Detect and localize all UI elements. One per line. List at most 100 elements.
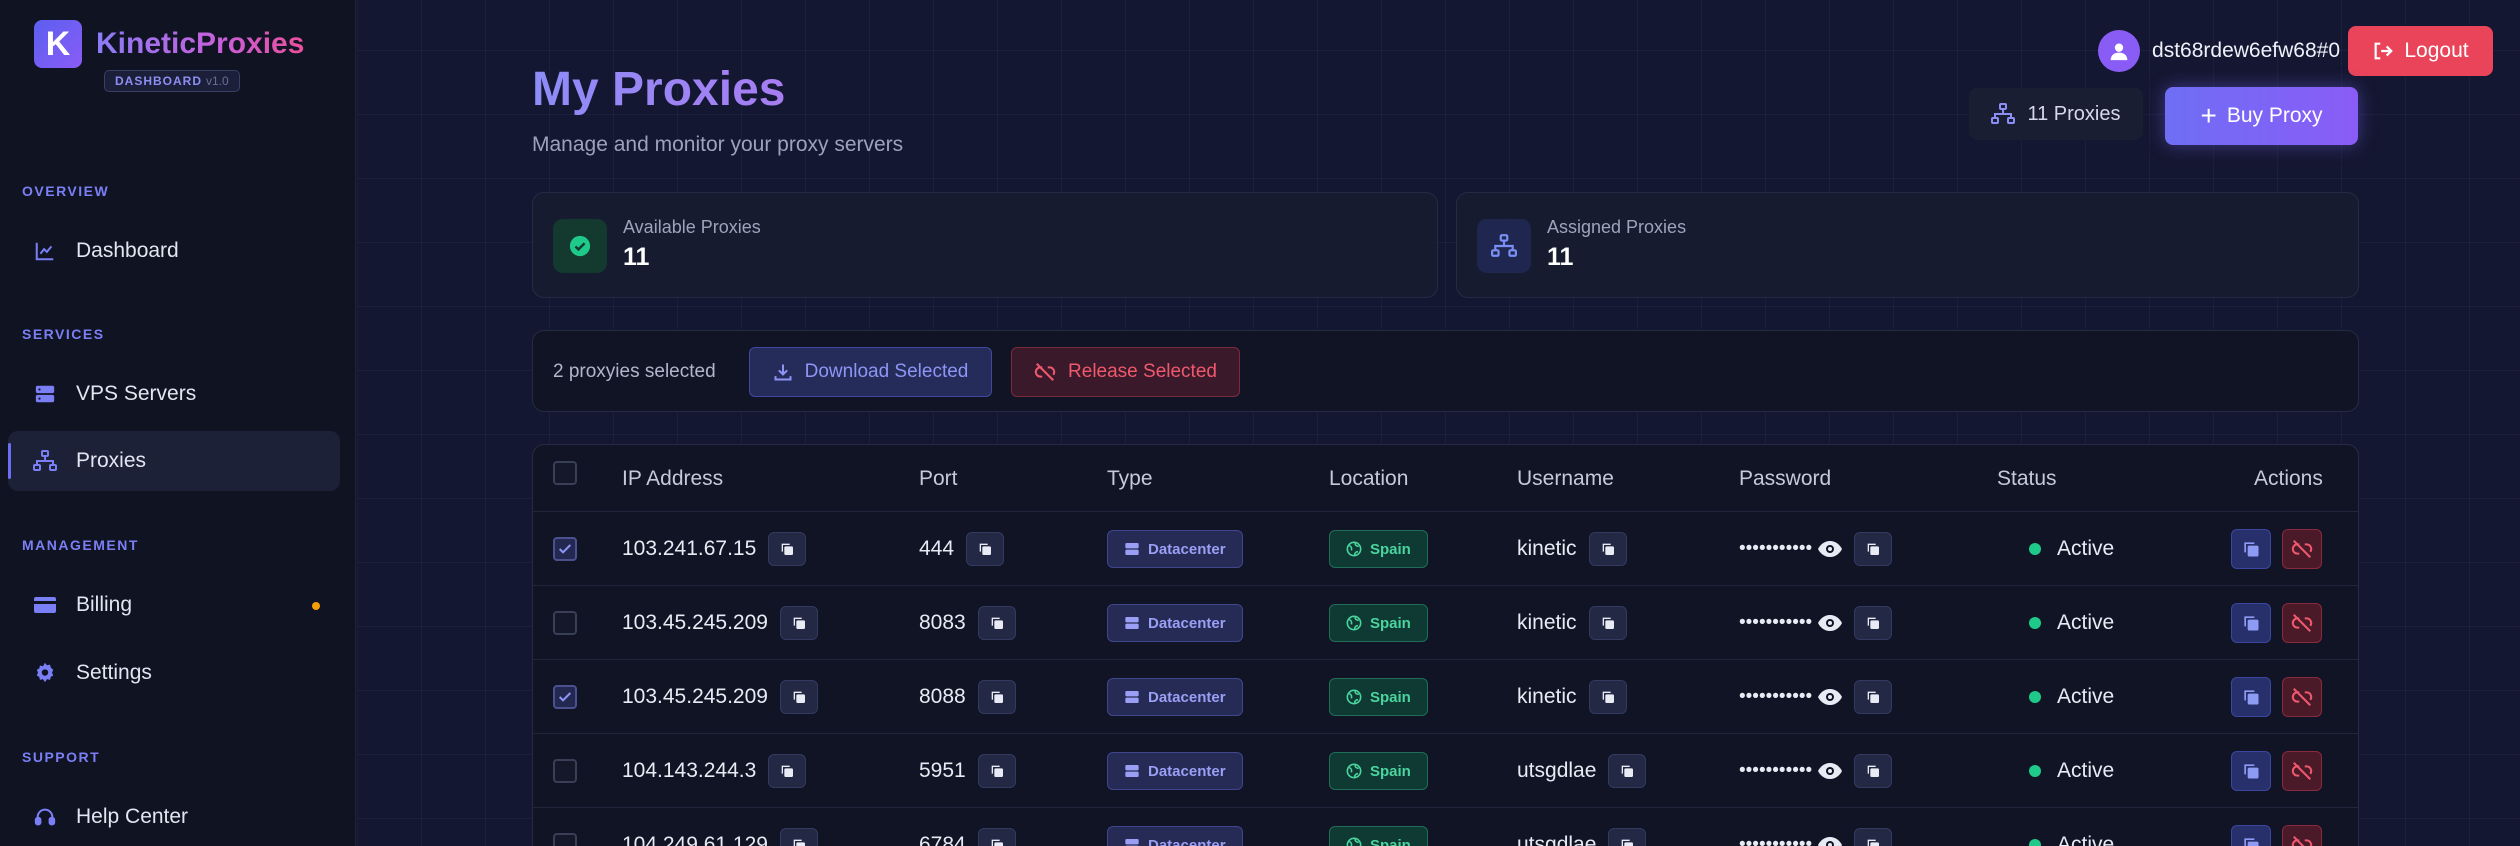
proxy-count-chip: 11 Proxies bbox=[1969, 88, 2143, 140]
release-proxy-button[interactable] bbox=[2282, 751, 2322, 791]
copy-icon bbox=[781, 765, 794, 777]
copy-proxy-button[interactable] bbox=[2231, 825, 2271, 846]
status-label: Active bbox=[2057, 833, 2115, 846]
username-value: kinetic bbox=[1517, 537, 1577, 560]
release-proxy-button[interactable] bbox=[2282, 677, 2322, 717]
show-password-button[interactable] bbox=[1818, 836, 1843, 846]
copy-port-button[interactable] bbox=[966, 532, 1005, 566]
type-cell: Datacenter bbox=[1107, 586, 1243, 660]
column-header-type[interactable]: Type bbox=[1107, 467, 1153, 491]
column-header-username[interactable]: Username bbox=[1517, 467, 1614, 491]
ip-address: 103.241.67.15 bbox=[622, 537, 757, 560]
copy-icon bbox=[991, 839, 1003, 846]
copy-password-button[interactable] bbox=[1854, 680, 1893, 714]
copy-proxy-button[interactable] bbox=[2231, 529, 2271, 569]
server-icon bbox=[1125, 839, 1139, 846]
status-label: Active bbox=[2057, 611, 2115, 634]
copy-ip-button[interactable] bbox=[779, 828, 818, 846]
selection-count: 2 proxyies selected bbox=[553, 361, 716, 382]
release-selected-button[interactable]: Release Selected bbox=[1011, 347, 1240, 397]
sidebar-item-vps-servers[interactable]: VPS Servers bbox=[8, 364, 340, 424]
username-value: utsgdlae bbox=[1517, 759, 1597, 782]
row-checkbox[interactable] bbox=[553, 660, 577, 734]
sidebar-item-help-center[interactable]: Help Center bbox=[8, 787, 340, 846]
sidebar-item-proxies[interactable]: Proxies bbox=[8, 431, 340, 491]
password-cell: ••••••••••• bbox=[1739, 808, 1893, 846]
copy-proxy-button[interactable] bbox=[2231, 677, 2271, 717]
copy-ip-button[interactable] bbox=[768, 754, 807, 788]
row-checkbox[interactable] bbox=[553, 512, 577, 586]
sidebar-item-dashboard[interactable]: Dashboard bbox=[8, 221, 340, 281]
row-checkbox[interactable] bbox=[553, 734, 577, 808]
username-cell: kinetic bbox=[1517, 512, 1627, 586]
row-checkbox[interactable] bbox=[553, 808, 577, 846]
type-cell: Datacenter bbox=[1107, 808, 1243, 846]
copy-username-button[interactable] bbox=[1588, 680, 1627, 714]
buy-proxy-button[interactable]: + Buy Proxy bbox=[2165, 87, 2358, 145]
chart-line-icon bbox=[32, 238, 58, 264]
stat-card-available: Available Proxies 11 bbox=[532, 192, 1438, 298]
copy-icon bbox=[1867, 617, 1880, 629]
copy-password-button[interactable] bbox=[1854, 754, 1893, 788]
column-header-password[interactable]: Password bbox=[1739, 467, 1831, 491]
proxy-count-label: 11 Proxies bbox=[2027, 102, 2121, 125]
location-badge: Spain bbox=[1329, 826, 1428, 846]
password-masked: ••••••••••• bbox=[1739, 612, 1813, 633]
type-cell: Datacenter bbox=[1107, 734, 1243, 808]
status-cell: Active bbox=[2029, 660, 2114, 734]
user-menu[interactable]: dst68rdew6efw68#0 bbox=[2098, 30, 2340, 72]
download-selected-button[interactable]: Download Selected bbox=[749, 347, 992, 397]
status-cell: Active bbox=[2029, 512, 2114, 586]
port-cell: 6784 bbox=[919, 808, 1016, 846]
release-proxy-button[interactable] bbox=[2282, 603, 2322, 643]
show-password-button[interactable] bbox=[1818, 762, 1843, 780]
sidebar-item-billing[interactable]: Billing bbox=[8, 575, 340, 635]
actions-cell bbox=[2231, 586, 2322, 660]
location-label: Spain bbox=[1370, 762, 1411, 780]
copy-icon bbox=[991, 765, 1003, 777]
brand-name: KineticProxies bbox=[96, 27, 305, 60]
select-all-checkbox[interactable] bbox=[553, 461, 577, 485]
copy-proxy-button[interactable] bbox=[2231, 751, 2271, 791]
sidebar-item-settings[interactable]: Settings bbox=[8, 643, 340, 703]
copy-ip-button[interactable] bbox=[779, 680, 818, 714]
row-checkbox[interactable] bbox=[553, 586, 577, 660]
column-header-port[interactable]: Port bbox=[919, 467, 958, 491]
port-cell: 5951 bbox=[919, 734, 1016, 808]
logout-button[interactable]: Logout bbox=[2348, 26, 2493, 76]
copy-proxy-button[interactable] bbox=[2231, 603, 2271, 643]
copy-ip-button[interactable] bbox=[779, 606, 818, 640]
copy-username-button[interactable] bbox=[1608, 828, 1647, 846]
username-cell: utsgdlae bbox=[1517, 808, 1647, 846]
column-header-location[interactable]: Location bbox=[1329, 467, 1408, 491]
eye-icon bbox=[1818, 837, 1843, 846]
copy-icon bbox=[979, 543, 992, 555]
copy-password-button[interactable] bbox=[1854, 532, 1893, 566]
unlink-icon bbox=[2291, 614, 2313, 632]
copy-username-button[interactable] bbox=[1588, 532, 1627, 566]
copy-password-button[interactable] bbox=[1854, 606, 1893, 640]
table-row: 103.45.245.209 8083 Datacenter Spain kin bbox=[533, 585, 2358, 659]
copy-icon bbox=[991, 691, 1003, 703]
column-header-status[interactable]: Status bbox=[1997, 467, 2057, 491]
show-password-button[interactable] bbox=[1818, 614, 1843, 632]
proxy-table: IP Address Port Type Location Username P… bbox=[532, 444, 2359, 846]
brand-logo[interactable]: K KineticProxies bbox=[34, 20, 304, 68]
table-row: 103.241.67.15 444 Datacenter Spain kinet bbox=[533, 511, 2358, 585]
copy-port-button[interactable] bbox=[977, 828, 1016, 846]
copy-port-button[interactable] bbox=[977, 606, 1016, 640]
copy-port-button[interactable] bbox=[977, 754, 1016, 788]
copy-ip-button[interactable] bbox=[768, 532, 807, 566]
copy-username-button[interactable] bbox=[1608, 754, 1647, 788]
release-proxy-button[interactable] bbox=[2282, 529, 2322, 569]
show-password-button[interactable] bbox=[1818, 688, 1843, 706]
copy-port-button[interactable] bbox=[977, 680, 1016, 714]
status-dot bbox=[2029, 691, 2041, 703]
show-password-button[interactable] bbox=[1818, 540, 1843, 558]
copy-password-button[interactable] bbox=[1854, 828, 1893, 846]
copy-icon bbox=[1602, 543, 1614, 555]
release-proxy-button[interactable] bbox=[2282, 825, 2322, 846]
copy-username-button[interactable] bbox=[1588, 606, 1627, 640]
check-circle-icon bbox=[553, 219, 607, 273]
column-header-ip[interactable]: IP Address bbox=[622, 467, 723, 491]
